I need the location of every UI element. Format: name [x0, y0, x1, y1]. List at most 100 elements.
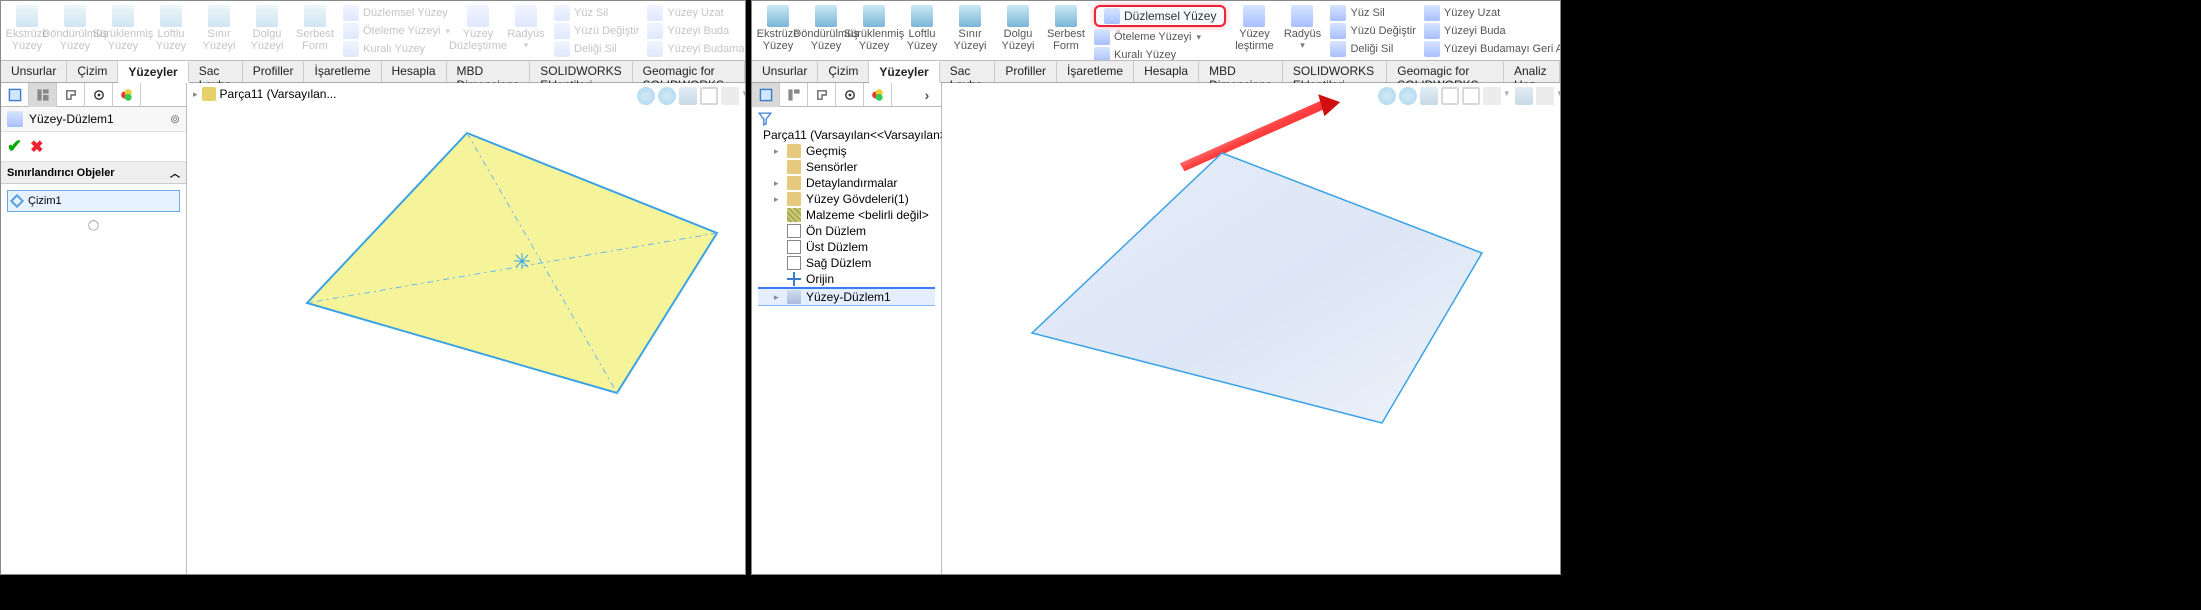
display-tab[interactable] [113, 83, 141, 107]
deligi-sil-button[interactable]: Deliği Sil [1330, 41, 1415, 57]
tab-i̇şaretleme[interactable]: İşaretleme [1057, 61, 1134, 82]
config-tab[interactable] [808, 83, 836, 107]
ok-button[interactable]: ✔ [7, 136, 22, 157]
tree-item-gecmis[interactable]: ▸Geçmiş [758, 143, 935, 159]
yuzey-duzlestirme-button[interactable]: Yüzey Düzleştirme [454, 3, 502, 54]
yuzeyi-budamayi-gerial-button[interactable]: Yüzeyi Budamayı Geri Al [647, 41, 745, 57]
radyus-button[interactable]: Radyüs▾ [502, 3, 550, 53]
yuzey-duzlestirme-button[interactable]: Yüzey leştirme [1230, 3, 1278, 54]
tab-i̇şaretleme[interactable]: İşaretleme [304, 61, 381, 82]
property-manager-panel: Yüzey-Düzlem1 ⊚ ✔ ✖ Sınırlandırıcı Objel… [1, 83, 187, 574]
filter-row[interactable] [758, 111, 935, 127]
tab-analiz-haz[interactable]: Analiz Haz [1504, 61, 1560, 82]
loftlu-yuzey-button[interactable]: Loftlu Yüzey [147, 3, 195, 54]
breadcrumb[interactable]: ▸ Parça11 (Varsayılan... [193, 87, 336, 101]
tab-solidworks-eklentileri[interactable]: SOLIDWORKS Eklentileri [1283, 61, 1387, 82]
tree-item-ustd[interactable]: Üst Düzlem [758, 239, 935, 255]
appearance-button[interactable] [1483, 87, 1501, 105]
yuzeyi-buda-button[interactable]: Yüzeyi Buda [647, 23, 745, 39]
yuzeyi-budamayi-gerial-button[interactable]: Yüzeyi Budamayı Geri Al [1424, 41, 1560, 57]
config-tab[interactable] [57, 83, 85, 107]
render-dropdown[interactable] [1536, 87, 1554, 105]
yuzu-degistir-button[interactable]: Yüzü Değiştir [554, 23, 639, 39]
tab-hesapla[interactable]: Hesapla [382, 61, 447, 82]
tab-profiller[interactable]: Profiller [243, 61, 305, 82]
dimxpert-tab[interactable] [836, 83, 864, 107]
hide-show-button[interactable] [1462, 87, 1480, 105]
sinir-yuzey-button[interactable]: Sınır Yüzeyi [946, 3, 994, 54]
duzlemsel-yuzey-button-highlighted[interactable]: Düzlemsel Yüzey [1094, 5, 1226, 27]
expand-panel-button[interactable]: › [913, 83, 941, 107]
feature-tree-tab[interactable] [752, 83, 780, 107]
graphics-viewport[interactable]: ▸ Parça11 (Varsayılan... [187, 83, 745, 574]
yuz-sil-button[interactable]: Yüz Sil [1330, 5, 1415, 21]
tab-geomagic-for-solidworks[interactable]: Geomagic for SOLIDWORKS [1387, 61, 1504, 82]
feature-tree-tab[interactable] [1, 83, 29, 107]
graphics-viewport[interactable] [942, 83, 1560, 574]
tree-item-yuzduz[interactable]: ▸Yüzey-Düzlem1 [758, 287, 935, 306]
tree-item-label: Sensörler [806, 160, 857, 174]
yuzey-uzat-button[interactable]: Yüzey Uzat [647, 5, 745, 21]
tree-item-sensor[interactable]: Sensörler [758, 159, 935, 175]
tab-sac-levha[interactable]: Sac Levha [189, 61, 243, 82]
tab-mbd-dimensions[interactable]: MBD Dimensions [447, 61, 531, 82]
oteleme-yuzeyi-button[interactable]: Öteleme Yüzeyi▾ [343, 23, 450, 39]
dolgu-yuzey-button[interactable]: Dolgu Yüzeyi [994, 3, 1042, 54]
tree-item-malzeme[interactable]: Malzeme <belirli değil> [758, 207, 935, 223]
tab-solidworks-eklentileri[interactable]: SOLIDWORKS Eklentileri [530, 61, 632, 82]
deligi-sil-button[interactable]: Deliği Sil [554, 41, 639, 57]
yuzeyi-buda-button[interactable]: Yüzeyi Buda [1424, 23, 1560, 39]
oteleme-yuzeyi-button[interactable]: Öteleme Yüzeyi▾ [1094, 29, 1226, 45]
tab-geomagic-for-solidworks[interactable]: Geomagic for SOLIDWORKS [633, 61, 745, 82]
cancel-button[interactable]: ✖ [30, 137, 43, 157]
loftlu-yuzey-button[interactable]: Loftlu Yüzey [898, 3, 946, 54]
render-button[interactable] [1515, 87, 1533, 105]
zoom-area-button[interactable] [1399, 87, 1417, 105]
tab-hesapla[interactable]: Hesapla [1134, 61, 1199, 82]
selection-entry: Çizim1 [28, 195, 62, 207]
bounding-entities-header[interactable]: Sınırlandırıcı Objeler ︿ [1, 162, 186, 184]
display-style-button[interactable] [1441, 87, 1459, 105]
sinir-yuzey-button[interactable]: Sınır Yüzeyi [195, 3, 243, 54]
yuzey-uzat-button[interactable]: Yüzey Uzat [1424, 5, 1560, 21]
expand-icon[interactable]: ▸ [774, 178, 782, 189]
radyus-button[interactable]: Radyüs▾ [1278, 3, 1326, 53]
display-tab[interactable] [864, 83, 892, 107]
section-view-button[interactable] [1420, 87, 1438, 105]
yuzu-degistir-button[interactable]: Yüzü Değiştir [1330, 23, 1415, 39]
tab-mbd-dimensions[interactable]: MBD Dimensions [1199, 61, 1283, 82]
expand-icon[interactable]: ▸ [774, 292, 782, 303]
dimxpert-tab[interactable] [85, 83, 113, 107]
serbest-form-button[interactable]: Serbest Form [291, 3, 339, 54]
serbest-form-button[interactable]: Serbest Form [1042, 3, 1090, 54]
expand-icon[interactable]: ▸ [774, 194, 782, 205]
selection-list[interactable]: Çizim1 [7, 190, 180, 212]
tree-item-label: Detaylandırmalar [806, 176, 897, 190]
property-manager-tab[interactable] [780, 83, 808, 107]
suruklenmis-yuzey-button[interactable]: Sürüklenmiş Yüzey [850, 3, 898, 54]
tree-item-govde[interactable]: ▸Yüzey Gövdeleri(1) [758, 191, 935, 207]
tab-unsurlar[interactable]: Unsurlar [1, 61, 67, 82]
kurali-yuzey-button[interactable]: Kuralı Yüzey [343, 41, 450, 57]
yuz-sil-button[interactable]: Yüz Sil [554, 5, 639, 21]
tab-çizim[interactable]: Çizim [67, 61, 118, 82]
tab-çizim[interactable]: Çizim [818, 61, 869, 82]
tab-sac-levha[interactable]: Sac Levha [940, 61, 996, 82]
tab-profiller[interactable]: Profiller [995, 61, 1057, 82]
tree-item-sagd[interactable]: Sağ Düzlem [758, 255, 935, 271]
right-window: Ekstrüze Yüzey Döndürülmüş Yüzey Sürükle… [751, 0, 1561, 575]
tree-item-orijin[interactable]: Orijin [758, 271, 935, 287]
tab-yüzeyler[interactable]: Yüzeyler [118, 62, 188, 83]
tab-unsurlar[interactable]: Unsurlar [752, 61, 818, 82]
tree-root[interactable]: Parça11 (Varsayılan<<Varsayılan>_G [758, 127, 935, 143]
pin-icon[interactable]: ⊚ [170, 112, 180, 126]
duzlemsel-yuzey-button[interactable]: Düzlemsel Yüzey [343, 5, 450, 21]
tab-yüzeyler[interactable]: Yüzeyler [869, 62, 939, 83]
dolgu-yuzey-button[interactable]: Dolgu Yüzeyi [243, 3, 291, 54]
property-manager-tab[interactable] [29, 83, 57, 107]
suruklenmis-yuzey-button[interactable]: Sürüklenmiş Yüzey [99, 3, 147, 54]
kurali-yuzey-button[interactable]: Kuralı Yüzey [1094, 47, 1226, 61]
expand-icon[interactable]: ▸ [774, 146, 782, 157]
tree-item-ond[interactable]: Ön Düzlem [758, 223, 935, 239]
tree-item-detay[interactable]: ▸ Detaylandırmalar [758, 175, 935, 191]
